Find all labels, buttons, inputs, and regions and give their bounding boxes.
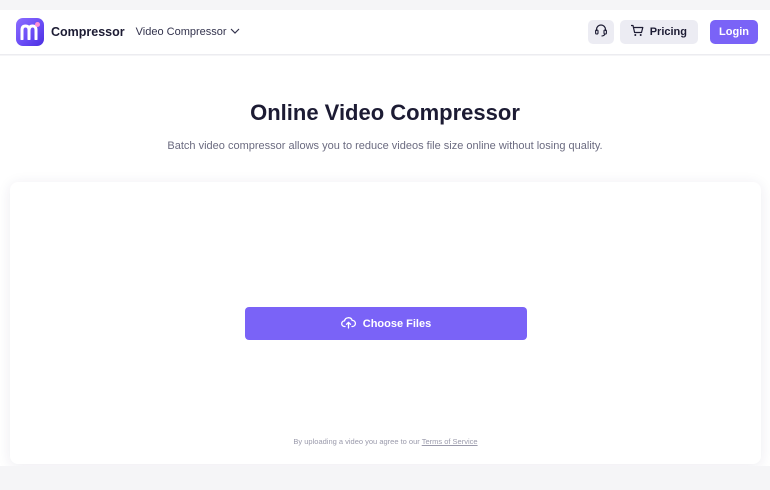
choose-files-label: Choose Files	[362, 317, 432, 330]
terms-notice: By uploading a video you agree to our Te…	[10, 437, 761, 446]
brand-name[interactable]: Compressor	[51, 25, 125, 39]
video-compressor-dropdown[interactable]: Video Compressor	[136, 26, 240, 38]
choose-files-button[interactable]: Choose Files	[245, 307, 527, 340]
cart-icon	[630, 24, 644, 40]
bottom-band	[0, 466, 770, 490]
top-header: Compressor Video Compressor Pricing Logi…	[0, 10, 770, 55]
terms-prefix: By uploading a video you agree to our	[293, 437, 420, 446]
page-subtitle: Batch video compressor allows you to red…	[167, 140, 603, 152]
terms-of-service-link[interactable]: Terms of Service	[422, 437, 478, 446]
pricing-label: Pricing	[649, 26, 687, 38]
dropdown-label: Video Compressor	[135, 26, 227, 38]
hero-section: Online Video Compressor Batch video comp…	[0, 56, 770, 490]
chevron-down-icon	[230, 26, 240, 38]
headset-icon	[594, 23, 608, 42]
support-button[interactable]	[587, 20, 614, 44]
pricing-button[interactable]: Pricing	[619, 20, 698, 44]
m-logo-icon[interactable]	[16, 18, 44, 46]
upload-dropzone[interactable]: Choose Files By uploading a video you ag…	[10, 182, 761, 464]
page-title: Online Video Compressor	[250, 100, 520, 125]
logo-dot	[35, 22, 40, 27]
login-button[interactable]: Login	[710, 20, 758, 44]
top-strip	[0, 0, 770, 10]
upload-cloud-icon	[340, 316, 356, 332]
